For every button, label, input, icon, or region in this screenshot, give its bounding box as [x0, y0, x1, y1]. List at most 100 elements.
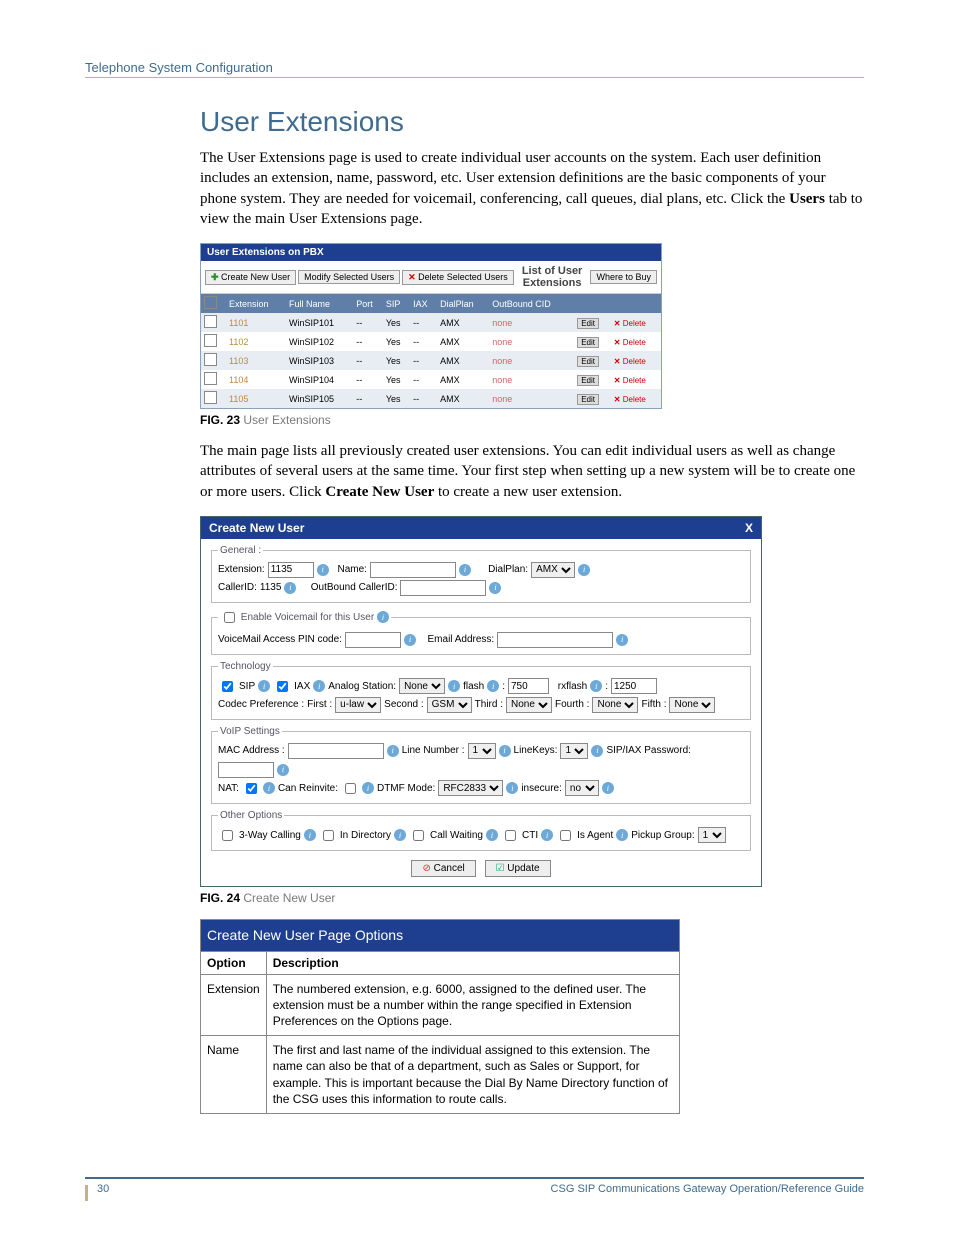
figure-24: Create New UserX General : Extension: i …: [200, 516, 864, 887]
name-cell: WinSIP105: [286, 389, 353, 408]
sip-checkbox[interactable]: [222, 681, 233, 692]
rxflash-label: rxflash: [558, 681, 587, 692]
update-button[interactable]: ☑ Update: [485, 860, 551, 877]
info-icon[interactable]: i: [258, 680, 270, 692]
col-option: Option: [201, 951, 267, 974]
info-icon[interactable]: i: [263, 782, 275, 794]
dialplan-label: DialPlan:: [488, 564, 528, 575]
codec1-select[interactable]: u-law: [335, 697, 381, 713]
opt-name: Name: [201, 1036, 267, 1114]
extension-field[interactable]: [268, 562, 314, 578]
mac-field[interactable]: [288, 743, 384, 759]
iax-checkbox[interactable]: [277, 681, 288, 692]
edit-button[interactable]: Edit: [577, 337, 599, 348]
cti-label: CTI: [522, 830, 538, 841]
info-icon[interactable]: i: [499, 745, 511, 757]
codec2-label: Second :: [384, 699, 423, 710]
edit-button[interactable]: Edit: [577, 356, 599, 367]
voicemail-checkbox[interactable]: [224, 612, 235, 623]
insecure-select[interactable]: no: [565, 780, 599, 796]
name-field[interactable]: [370, 562, 456, 578]
list-title: List of User Extensions: [516, 265, 589, 289]
info-icon[interactable]: i: [404, 634, 416, 646]
info-icon[interactable]: i: [394, 829, 406, 841]
vm-pin-field[interactable]: [345, 632, 401, 648]
codec4-select[interactable]: None: [592, 697, 638, 713]
edit-button[interactable]: Edit: [577, 394, 599, 405]
info-icon[interactable]: i: [277, 764, 289, 776]
linekeys-label: LineKeys:: [514, 745, 558, 756]
edit-button[interactable]: Edit: [577, 375, 599, 386]
close-icon[interactable]: X: [745, 521, 753, 535]
info-icon[interactable]: i: [313, 680, 325, 692]
info-icon[interactable]: i: [506, 782, 518, 794]
info-icon[interactable]: i: [387, 745, 399, 757]
pickup-label: Pickup Group:: [631, 830, 694, 841]
nat-checkbox[interactable]: [246, 783, 257, 794]
info-icon[interactable]: i: [616, 634, 628, 646]
codec2-select[interactable]: GSM: [427, 697, 472, 713]
info-icon[interactable]: i: [362, 782, 374, 794]
info-icon[interactable]: i: [304, 829, 316, 841]
vm-pin-label: VoiceMail Access PIN code:: [218, 634, 342, 645]
info-icon[interactable]: i: [487, 680, 499, 692]
edit-button[interactable]: Edit: [577, 318, 599, 329]
name-cell: WinSIP101: [286, 313, 353, 332]
info-icon[interactable]: i: [489, 582, 501, 594]
rxflash-field[interactable]: [611, 678, 657, 694]
info-icon[interactable]: i: [317, 564, 329, 576]
analog-select[interactable]: None: [399, 678, 445, 694]
info-icon[interactable]: i: [541, 829, 553, 841]
dialplan-select[interactable]: AMX: [531, 562, 575, 578]
info-icon[interactable]: i: [591, 745, 603, 757]
intro-paragraph: The User Extensions page is used to crea…: [200, 148, 864, 229]
modify-selected-button[interactable]: Modify Selected Users: [298, 270, 400, 284]
info-icon[interactable]: i: [578, 564, 590, 576]
delete-button[interactable]: ✕ Delete: [614, 395, 646, 404]
delete-button[interactable]: ✕ Delete: [614, 319, 646, 328]
row-checkbox[interactable]: [204, 353, 217, 366]
email-field[interactable]: [497, 632, 613, 648]
options-table: Create New User Page Options OptionDescr…: [200, 919, 680, 1114]
row-checkbox[interactable]: [204, 334, 217, 347]
where-to-buy-button[interactable]: Where to Buy: [590, 270, 657, 284]
delete-button[interactable]: ✕ Delete: [614, 376, 646, 385]
linekeys-select[interactable]: 1: [560, 743, 588, 759]
technology-legend: Technology: [218, 661, 273, 672]
info-icon[interactable]: i: [602, 782, 614, 794]
cti-checkbox[interactable]: [505, 830, 516, 841]
pickup-select[interactable]: 1: [698, 827, 726, 843]
cancel-button[interactable]: ⊘ Cancel: [411, 860, 475, 877]
outbound-cid-field[interactable]: [400, 580, 486, 596]
delete-selected-button[interactable]: ✕ Delete Selected Users: [402, 270, 514, 285]
callwait-checkbox[interactable]: [413, 830, 424, 841]
indir-checkbox[interactable]: [323, 830, 334, 841]
row-checkbox[interactable]: [204, 391, 217, 404]
info-icon[interactable]: i: [284, 582, 296, 594]
dtmf-select[interactable]: RFC2833: [438, 780, 503, 796]
codec5-select[interactable]: None: [669, 697, 715, 713]
line-label: Line Number :: [402, 745, 465, 756]
info-icon[interactable]: i: [377, 611, 389, 623]
codec3-select[interactable]: None: [506, 697, 552, 713]
agent-checkbox[interactable]: [560, 830, 571, 841]
password-field[interactable]: [218, 762, 274, 778]
info-icon[interactable]: i: [486, 829, 498, 841]
codec-label: Codec Preference :: [218, 699, 304, 710]
name-cell: WinSIP103: [286, 351, 353, 370]
info-icon[interactable]: i: [616, 829, 628, 841]
info-icon[interactable]: i: [459, 564, 471, 576]
ext-cell: 1102: [226, 332, 286, 351]
line-select[interactable]: 1: [468, 743, 496, 759]
3way-checkbox[interactable]: [222, 830, 233, 841]
info-icon[interactable]: i: [448, 680, 460, 692]
delete-button[interactable]: ✕ Delete: [614, 338, 646, 347]
info-icon[interactable]: i: [590, 680, 602, 692]
reinvite-checkbox[interactable]: [345, 783, 356, 794]
row-checkbox[interactable]: [204, 315, 217, 328]
create-new-user-button[interactable]: ✚ Create New User: [205, 270, 296, 285]
row-checkbox[interactable]: [204, 372, 217, 385]
flash-field[interactable]: [508, 678, 549, 694]
voip-legend: VoIP Settings: [218, 726, 282, 737]
delete-button[interactable]: ✕ Delete: [614, 357, 646, 366]
